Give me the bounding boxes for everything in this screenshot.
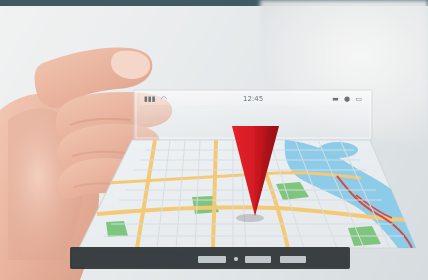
- status-right-icons: ▬ ● ▭: [329, 93, 362, 105]
- device-status-bar: ▮▮▮ ◠ 12:45 ▬ ● ▭: [140, 93, 368, 105]
- bottom-control-left: [198, 256, 226, 263]
- bottom-control-right: [245, 256, 271, 263]
- battery-icon: ▬: [332, 95, 339, 103]
- status-time: 12:45: [243, 95, 264, 103]
- battery-icon-2: ▭: [355, 95, 362, 103]
- bottom-control-center: [234, 257, 238, 261]
- bottom-control-extra: [280, 256, 306, 263]
- transparent-device: [70, 89, 417, 269]
- signal-icon: ▮▮▮: [144, 95, 156, 103]
- status-left-icons: ▮▮▮ ◠: [144, 93, 170, 105]
- lock-icon: ●: [344, 95, 351, 103]
- photo-scene: ▮▮▮ ◠ 12:45 ▬ ● ▭: [0, 0, 428, 280]
- headphones-icon: ◠: [160, 95, 167, 103]
